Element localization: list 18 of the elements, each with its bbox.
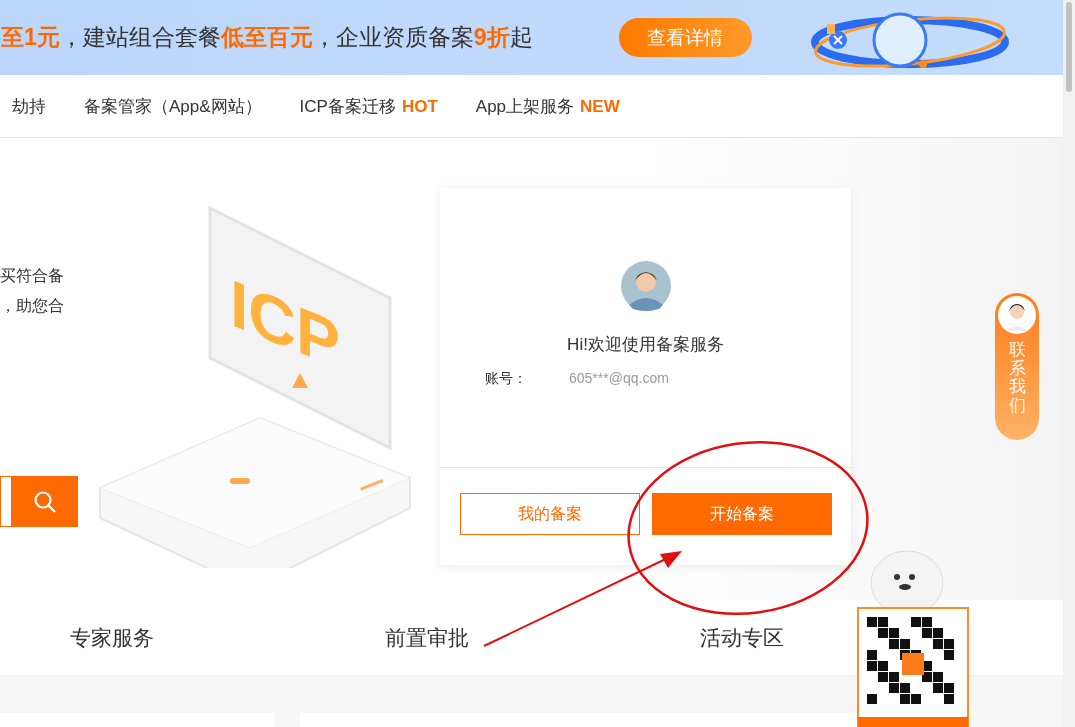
- nav-link[interactable]: ICP备案迁移 HOT: [299, 94, 438, 118]
- nav-link[interactable]: App上架服务 NEW: [475, 94, 620, 118]
- nav-link[interactable]: 劫持: [12, 94, 46, 118]
- promo-text: 至1元，建站组合套餐低至百元，企业资质备案9折起: [1, 23, 533, 52]
- feature-link[interactable]: 活动专区: [700, 623, 784, 652]
- feature-link[interactable]: 前置审批: [385, 623, 469, 652]
- account-value: 605***@qq.com: [569, 370, 669, 388]
- account-label: 账号：: [485, 370, 527, 388]
- search-button[interactable]: [11, 476, 78, 527]
- avatar-icon: [620, 261, 671, 311]
- search-icon: [32, 489, 57, 514]
- greeting-text: Hi!欢迎使用备案服务: [567, 334, 724, 356]
- search-field[interactable]: [0, 476, 11, 527]
- nav-link[interactable]: 备案管家（App&网站）: [84, 94, 262, 118]
- feature-link[interactable]: 专家服务: [70, 623, 154, 652]
- icp-illustration-drawing: ICP: [90, 188, 420, 568]
- hero-description: 买符合备 ，助您合: [0, 266, 65, 316]
- agent-icon: [997, 295, 1037, 335]
